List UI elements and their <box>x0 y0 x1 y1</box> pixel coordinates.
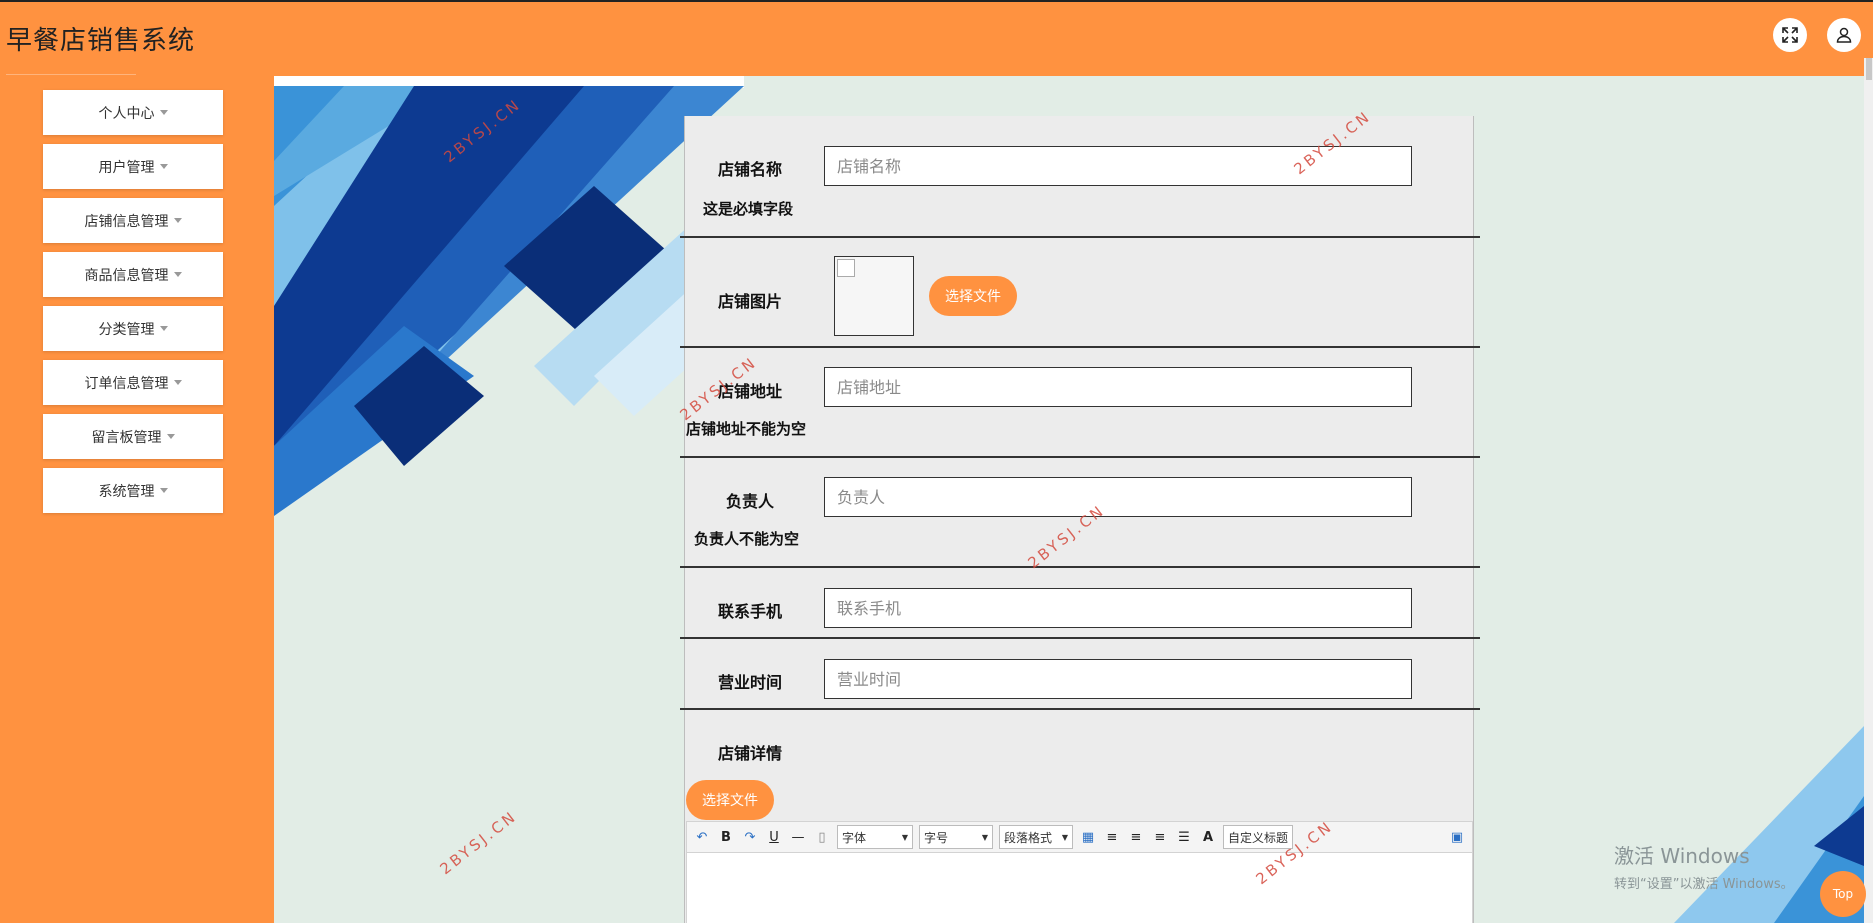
sidebar-item-order-info[interactable]: 订单信息管理 <box>43 360 223 405</box>
sidebar-item-label: 订单信息管理 <box>84 375 169 392</box>
caret-down-icon <box>159 326 168 331</box>
undo-icon[interactable]: ↶ <box>693 828 711 846</box>
shop-name-label: 店铺名称 <box>717 160 782 179</box>
sidebar-item-label: 系统管理 <box>98 483 155 500</box>
sidebar-item-label: 分类管理 <box>98 321 155 338</box>
back-to-top-button[interactable]: Top <box>1820 871 1866 917</box>
user-menu-button[interactable] <box>1827 18 1861 52</box>
sidebar-item-message-board[interactable]: 留言板管理 <box>43 414 223 459</box>
business-hours-label: 营业时间 <box>717 673 782 692</box>
sidebar-item-label: 商品信息管理 <box>84 267 169 284</box>
windows-activation-notice: 激活 Windows 转到“设置”以激活 Windows。 <box>1614 840 1794 892</box>
align-left-icon[interactable]: ≡ <box>1103 828 1121 846</box>
owner-input[interactable] <box>824 477 1412 517</box>
fullscreen-button[interactable] <box>1773 18 1807 52</box>
table-icon[interactable]: ▦ <box>1079 828 1097 846</box>
row-divider <box>680 708 1480 710</box>
caret-down-icon <box>173 218 182 223</box>
caret-down-icon <box>173 380 182 385</box>
sidebar-item-label: 店铺信息管理 <box>84 213 169 230</box>
shop-image-preview <box>834 256 914 336</box>
sidebar-item-product-info[interactable]: 商品信息管理 <box>43 252 223 297</box>
caret-down-icon <box>159 164 168 169</box>
horizontal-rule-icon[interactable]: — <box>789 828 807 846</box>
owner-label: 负责人 <box>725 492 774 511</box>
shop-address-input[interactable] <box>824 367 1412 407</box>
font-family-select[interactable]: 字体 ▼ <box>837 825 913 849</box>
rich-text-toolbar: ↶ B ↷ U — ▯ 字体 ▼ 字号 ▼ 段落格式 ▼ ▦ ≡ ≡ ≡ ☰ A 自定… <box>686 821 1473 853</box>
row-divider <box>680 637 1480 639</box>
windows-activation-subtitle: 转到“设置”以激活 Windows。 <box>1614 877 1794 892</box>
sidebar-item-label: 用户管理 <box>98 159 155 176</box>
business-hours-input[interactable] <box>824 659 1412 699</box>
font-color-button[interactable]: A <box>1199 828 1217 846</box>
sidebar-item-label: 留言板管理 <box>91 429 162 446</box>
custom-title-value: 自定义标题 <box>1228 830 1289 845</box>
row-divider <box>680 236 1480 238</box>
underline-button[interactable]: U <box>765 828 783 846</box>
caret-down-icon <box>173 272 182 277</box>
dropdown-arrow-icon: ▼ <box>1061 832 1068 842</box>
paragraph-format-select[interactable]: 段落格式 ▼ <box>999 825 1073 849</box>
font-size-select[interactable]: 字号 ▼ <box>919 825 993 849</box>
row-divider <box>680 456 1480 458</box>
align-justify-icon[interactable]: ☰ <box>1175 828 1193 846</box>
font-size-value: 字号 <box>924 830 949 845</box>
sidebar-item-label: 个人中心 <box>98 105 155 122</box>
align-center-icon[interactable]: ≡ <box>1151 828 1169 846</box>
shop-address-error: 店铺地址不能为空 <box>686 420 807 438</box>
sidebar-item-shop-info[interactable]: 店铺信息管理 <box>43 198 223 243</box>
app-title: 早餐店销售系统 <box>6 26 196 56</box>
scrollbar-thumb[interactable] <box>1866 58 1872 80</box>
bold-button[interactable]: B <box>717 828 735 846</box>
dropdown-arrow-icon: ▼ <box>901 832 908 842</box>
caret-down-icon <box>159 110 168 115</box>
owner-error: 负责人不能为空 <box>694 530 800 548</box>
caret-down-icon <box>166 434 175 439</box>
new-page-icon[interactable]: ▯ <box>813 828 831 846</box>
custom-title-select[interactable]: 自定义标题 <box>1223 825 1293 849</box>
sidebar-item-system[interactable]: 系统管理 <box>43 468 223 513</box>
redo-icon[interactable]: ↷ <box>741 828 759 846</box>
align-right-icon[interactable]: ≡ <box>1127 828 1145 846</box>
sidebar-item-personal-center[interactable]: 个人中心 <box>43 90 223 135</box>
shop-image-label: 店铺图片 <box>717 292 782 311</box>
user-icon <box>1836 27 1852 43</box>
rich-text-editor[interactable] <box>686 853 1473 923</box>
shop-details-label: 店铺详情 <box>717 744 782 763</box>
row-divider <box>680 346 1480 348</box>
row-divider <box>680 566 1480 568</box>
phone-label: 联系手机 <box>717 602 782 621</box>
details-choose-file-button[interactable]: 选择文件 <box>686 780 774 820</box>
caret-down-icon <box>159 488 168 493</box>
phone-input[interactable] <box>824 588 1412 628</box>
windows-activation-title: 激活 Windows <box>1614 844 1750 868</box>
expand-icon <box>1782 27 1798 43</box>
font-family-value: 字体 <box>842 830 867 845</box>
top-header: 早餐店销售系统 <box>0 0 1873 76</box>
sidebar-item-user-management[interactable]: 用户管理 <box>43 144 223 189</box>
page-scrollbar[interactable] <box>1864 58 1873 923</box>
title-underline <box>6 74 136 75</box>
preview-icon[interactable]: ▣ <box>1448 828 1466 846</box>
dropdown-arrow-icon: ▼ <box>981 832 988 842</box>
sidebar: 个人中心 用户管理 店铺信息管理 商品信息管理 分类管理 订单信息管理 留言板管… <box>0 76 274 923</box>
sidebar-item-category[interactable]: 分类管理 <box>43 306 223 351</box>
shop-image-choose-file-button[interactable]: 选择文件 <box>929 276 1017 316</box>
paragraph-format-value: 段落格式 <box>1004 830 1053 845</box>
shop-name-error: 这是必填字段 <box>703 200 794 218</box>
